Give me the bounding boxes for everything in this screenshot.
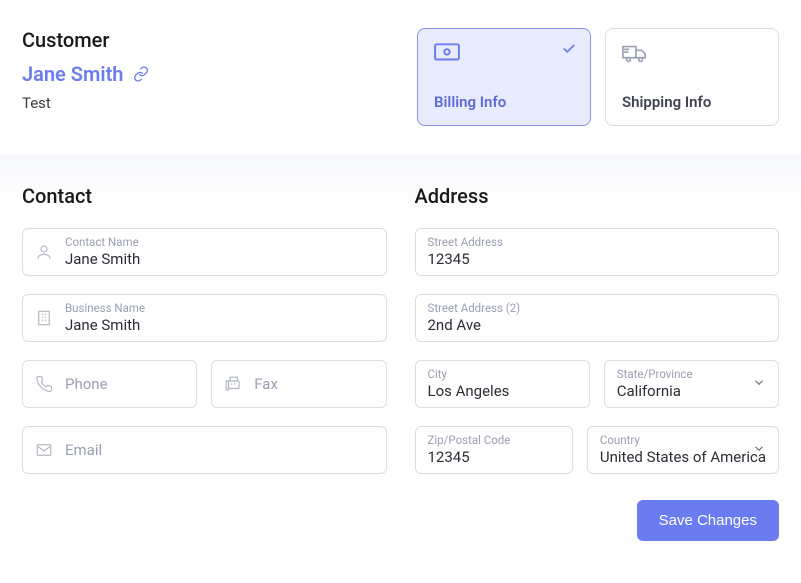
- country-select[interactable]: Country United States of America: [587, 426, 779, 474]
- fax-field[interactable]: Fax: [211, 360, 386, 408]
- customer-name-link[interactable]: Jane Smith: [22, 62, 123, 86]
- shipping-info-card[interactable]: Shipping Info: [605, 28, 779, 126]
- billing-card-label: Billing Info: [434, 93, 574, 111]
- save-button[interactable]: Save Changes: [637, 500, 779, 541]
- street1-label: Street Address: [428, 235, 767, 250]
- customer-sublabel: Test: [22, 94, 417, 112]
- street2-field[interactable]: Street Address (2) 2nd Ave: [415, 294, 780, 342]
- city-label: City: [428, 367, 577, 382]
- address-heading: Address: [415, 184, 780, 208]
- contact-name-label: Contact Name: [65, 235, 374, 250]
- fax-placeholder: Fax: [254, 375, 278, 393]
- city-field[interactable]: City Los Angeles: [415, 360, 590, 408]
- zip-value: 12345: [428, 448, 560, 468]
- email-field[interactable]: Email: [22, 426, 387, 474]
- phone-placeholder: Phone: [65, 375, 108, 393]
- street1-field[interactable]: Street Address 12345: [415, 228, 780, 276]
- phone-icon: [35, 375, 53, 393]
- link-icon[interactable]: [133, 66, 149, 82]
- person-icon: [35, 243, 53, 261]
- contact-heading: Contact: [22, 184, 387, 208]
- phone-field[interactable]: Phone: [22, 360, 197, 408]
- fax-icon: [224, 375, 242, 393]
- mail-icon: [35, 441, 53, 459]
- street1-value: 12345: [428, 250, 767, 270]
- check-icon: [562, 41, 576, 60]
- state-select[interactable]: State/Province California: [604, 360, 779, 408]
- business-name-value: Jane Smith: [65, 316, 374, 336]
- zip-field[interactable]: Zip/Postal Code 12345: [415, 426, 573, 474]
- contact-name-field[interactable]: Contact Name Jane Smith: [22, 228, 387, 276]
- truck-icon: [622, 43, 762, 69]
- zip-label: Zip/Postal Code: [428, 433, 560, 448]
- country-value: United States of America: [600, 448, 766, 468]
- business-name-label: Business Name: [65, 301, 374, 316]
- business-name-field[interactable]: Business Name Jane Smith: [22, 294, 387, 342]
- contact-name-value: Jane Smith: [65, 250, 374, 270]
- billing-info-card[interactable]: Billing Info: [417, 28, 591, 126]
- building-icon: [35, 309, 53, 327]
- country-label: Country: [600, 433, 766, 448]
- email-placeholder: Email: [65, 441, 102, 459]
- customer-heading: Customer: [22, 28, 417, 52]
- street2-label: Street Address (2): [428, 301, 767, 316]
- state-value: California: [617, 382, 766, 402]
- state-label: State/Province: [617, 367, 766, 382]
- money-icon: [434, 43, 574, 67]
- city-value: Los Angeles: [428, 382, 577, 402]
- shipping-card-label: Shipping Info: [622, 93, 762, 111]
- street2-value: 2nd Ave: [428, 316, 767, 336]
